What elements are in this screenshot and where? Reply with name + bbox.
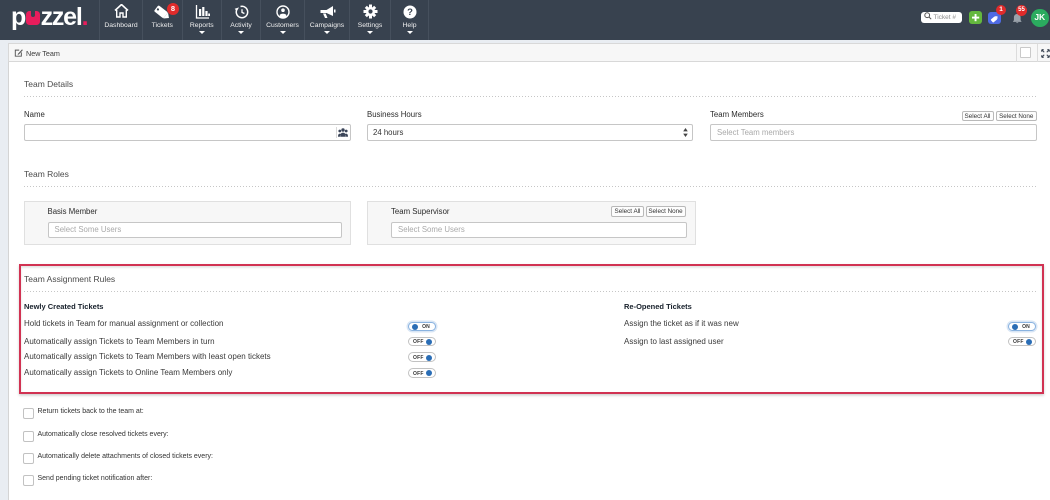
svg-text:?: ? [407,7,413,18]
